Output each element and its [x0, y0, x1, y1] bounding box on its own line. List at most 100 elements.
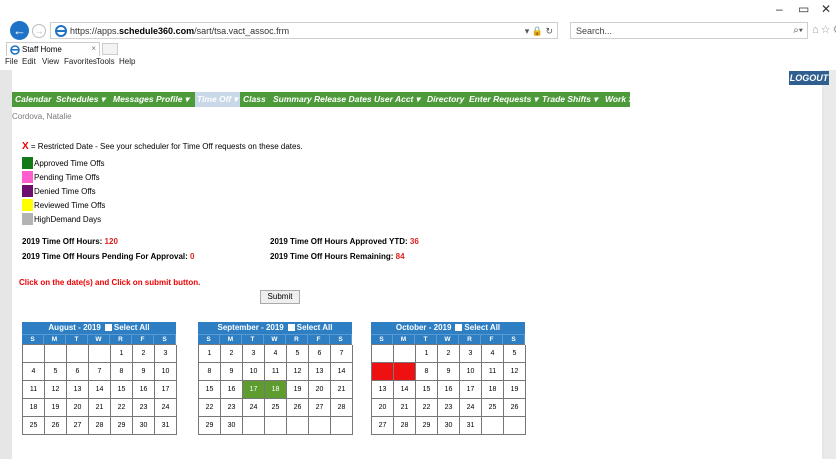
calendar-day[interactable]: 20: [372, 399, 394, 417]
nav-profile[interactable]: Profile ▾: [156, 94, 189, 105]
calendar-day[interactable]: 16: [133, 381, 155, 399]
menu-favorites[interactable]: Favorites: [64, 57, 97, 66]
calendar-day[interactable]: 6: [372, 363, 394, 381]
calendar-day[interactable]: 22: [416, 399, 438, 417]
select-all-label[interactable]: Select All: [297, 323, 333, 332]
calendar-day[interactable]: 13: [67, 381, 89, 399]
search-icon[interactable]: ⌕▾: [793, 25, 803, 36]
calendar-day[interactable]: 27: [309, 399, 331, 417]
calendar-day[interactable]: 6: [67, 363, 89, 381]
back-button[interactable]: ←: [10, 21, 29, 40]
calendar-day[interactable]: 15: [199, 381, 221, 399]
calendar-day[interactable]: 27: [372, 417, 394, 435]
forward-button[interactable]: →: [32, 24, 46, 38]
nav-schedules[interactable]: Schedules ▾: [56, 94, 105, 105]
calendar-day[interactable]: 4: [265, 345, 287, 363]
select-all-checkbox[interactable]: [455, 324, 463, 331]
calendar-day[interactable]: 10: [243, 363, 265, 381]
calendar-day[interactable]: 18: [482, 381, 504, 399]
calendar-day[interactable]: 29: [111, 417, 133, 435]
scrollbar[interactable]: [824, 70, 836, 459]
calendar-day[interactable]: 13: [372, 381, 394, 399]
calendar-day[interactable]: 9: [133, 363, 155, 381]
tab-staff-home[interactable]: Staff Home ×: [6, 42, 100, 56]
calendar-day[interactable]: 11: [23, 381, 45, 399]
submit-button[interactable]: Submit: [260, 290, 300, 304]
calendar-day[interactable]: 6: [309, 345, 331, 363]
nav-messages[interactable]: Messages: [113, 94, 154, 104]
menu-edit[interactable]: Edit: [22, 57, 36, 66]
calendar-day[interactable]: 23: [438, 399, 460, 417]
select-all-label[interactable]: Select All: [114, 323, 150, 332]
toolbar-icons[interactable]: ⌂☆⚙: [812, 23, 836, 36]
calendar-day[interactable]: 20: [67, 399, 89, 417]
calendar-day[interactable]: 29: [199, 417, 221, 435]
calendar-day[interactable]: 7: [331, 345, 353, 363]
calendar-day[interactable]: 4: [482, 345, 504, 363]
menu-help[interactable]: Help: [119, 57, 135, 66]
calendar-day[interactable]: 12: [287, 363, 309, 381]
calendar-day[interactable]: 23: [221, 399, 243, 417]
calendar-day[interactable]: 31: [155, 417, 177, 435]
calendar-day[interactable]: 9: [438, 363, 460, 381]
calendar-day[interactable]: 28: [331, 399, 353, 417]
tab-close-icon[interactable]: ×: [91, 44, 96, 53]
nav-release-dates[interactable]: Release Dates: [314, 94, 372, 104]
calendar-day[interactable]: 5: [504, 345, 526, 363]
calendar-day[interactable]: 7: [394, 363, 416, 381]
calendar-day[interactable]: 8: [416, 363, 438, 381]
calendar-day[interactable]: 2: [133, 345, 155, 363]
calendar-day[interactable]: 26: [45, 417, 67, 435]
close-window-icon[interactable]: ✕: [821, 2, 831, 16]
calendar-day[interactable]: 21: [331, 381, 353, 399]
calendar-day[interactable]: 12: [504, 363, 526, 381]
new-tab-button[interactable]: [102, 43, 118, 55]
calendar-day[interactable]: 10: [460, 363, 482, 381]
nav-work-summary[interactable]: Work Summary: [605, 94, 667, 104]
select-all-checkbox[interactable]: [104, 324, 112, 331]
calendar-day[interactable]: 5: [45, 363, 67, 381]
address-bar[interactable]: https://apps.schedule360.com/sart/tsa.va…: [50, 22, 558, 39]
calendar-day[interactable]: 17: [243, 381, 265, 399]
calendar-day[interactable]: 25: [23, 417, 45, 435]
calendar-day[interactable]: 25: [482, 399, 504, 417]
nav-summary[interactable]: Summary: [273, 94, 312, 104]
calendar-day[interactable]: 12: [45, 381, 67, 399]
calendar-day[interactable]: 3: [243, 345, 265, 363]
nav-user-acct[interactable]: User Acct ▾: [374, 94, 420, 105]
browser-search-input[interactable]: Search... ⌕▾: [570, 22, 808, 39]
calendar-day[interactable]: 16: [221, 381, 243, 399]
calendar-day[interactable]: 1: [416, 345, 438, 363]
calendar-day[interactable]: 29: [416, 417, 438, 435]
logout-button[interactable]: LOGOUT: [789, 71, 829, 85]
calendar-day[interactable]: 23: [133, 399, 155, 417]
calendar-day[interactable]: 27: [67, 417, 89, 435]
calendar-day[interactable]: 22: [199, 399, 221, 417]
menu-view[interactable]: View: [42, 57, 59, 66]
calendar-day[interactable]: 18: [23, 399, 45, 417]
calendar-day[interactable]: 10: [155, 363, 177, 381]
calendar-day[interactable]: 21: [394, 399, 416, 417]
calendar-day[interactable]: 8: [199, 363, 221, 381]
calendar-day[interactable]: 19: [45, 399, 67, 417]
calendar-day[interactable]: 3: [460, 345, 482, 363]
calendar-day[interactable]: 15: [111, 381, 133, 399]
calendar-day[interactable]: 24: [155, 399, 177, 417]
nav-class[interactable]: Class: [243, 94, 266, 104]
calendar-day[interactable]: 26: [504, 399, 526, 417]
calendar-day[interactable]: 4: [23, 363, 45, 381]
calendar-day[interactable]: 17: [155, 381, 177, 399]
calendar-day[interactable]: 17: [460, 381, 482, 399]
calendar-day[interactable]: 22: [111, 399, 133, 417]
calendar-day[interactable]: 30: [221, 417, 243, 435]
calendar-day[interactable]: 14: [89, 381, 111, 399]
calendar-day[interactable]: 8: [111, 363, 133, 381]
nav-time-off[interactable]: Time Off ▾: [195, 92, 240, 107]
nav-trade-shifts[interactable]: Trade Shifts ▾: [542, 94, 598, 105]
calendar-day[interactable]: 24: [243, 399, 265, 417]
lock-refresh-icon[interactable]: ▾ 🔒 ↻: [525, 26, 553, 37]
calendar-day[interactable]: 14: [394, 381, 416, 399]
menu-file[interactable]: File: [5, 57, 18, 66]
nav-enter-requests[interactable]: Enter Requests ▾: [469, 94, 538, 105]
calendar-day[interactable]: 2: [438, 345, 460, 363]
